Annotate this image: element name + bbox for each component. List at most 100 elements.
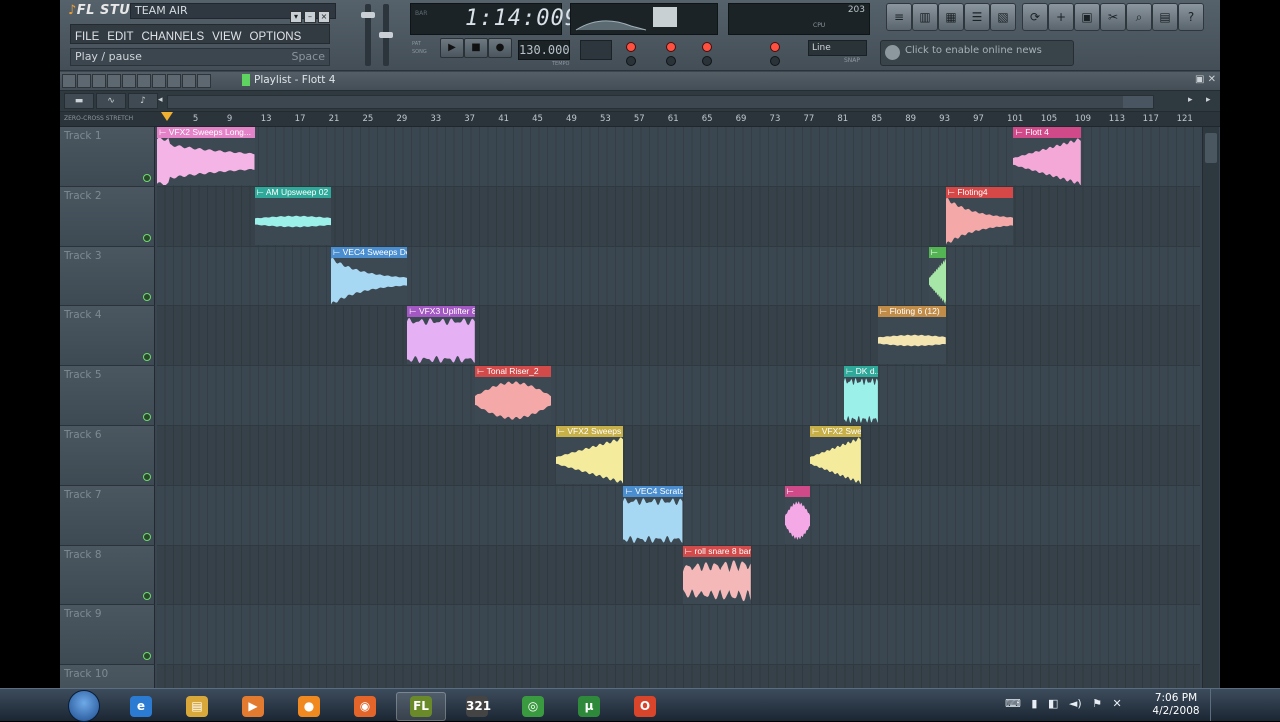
track-mute-led[interactable] xyxy=(143,532,151,541)
clip-body[interactable] xyxy=(555,437,624,484)
audio-clip[interactable]: ⊢ VEC4 Sweeps Do... xyxy=(330,246,408,305)
playhead-marker[interactable] xyxy=(161,112,173,121)
menu-file[interactable]: FILE xyxy=(71,28,103,46)
track-mute-led[interactable] xyxy=(143,472,151,481)
audio-clip[interactable]: ⊢ Tonal Riser_2 xyxy=(475,366,552,425)
metronome-led[interactable] xyxy=(626,42,636,52)
timeline-ruler[interactable]: ZERO-CROSS STRETCH 159131721252933374145… xyxy=(60,112,1220,127)
clip-header[interactable]: ⊢ VFX2 Swe... xyxy=(809,426,861,437)
clip-body[interactable] xyxy=(1013,138,1082,185)
clip-body[interactable] xyxy=(157,138,255,185)
play-pattern-icon[interactable] xyxy=(242,74,250,86)
close-icon[interactable]: × xyxy=(318,11,330,23)
audio-clip[interactable]: ⊢ DK d... xyxy=(843,366,878,425)
start-button[interactable] xyxy=(68,690,100,722)
scroll-right-end-icon[interactable]: ▸ xyxy=(1206,95,1211,105)
clock[interactable]: 7:06 PM 4/2/2008 xyxy=(1148,692,1204,718)
cut-icon[interactable]: ✂ xyxy=(1100,3,1126,31)
clip-body[interactable] xyxy=(682,556,751,604)
audio-clip[interactable]: ⊢ xyxy=(928,246,946,305)
speaker-icon[interactable] xyxy=(197,74,211,88)
clip-body[interactable] xyxy=(254,197,331,245)
stop-button[interactable]: ■ xyxy=(464,38,488,58)
clip-body[interactable] xyxy=(475,377,552,425)
step-led[interactable] xyxy=(666,56,676,66)
clip-header[interactable]: ⊢ VFX2 Sweeps Long... xyxy=(157,127,255,138)
track-header[interactable]: Track 5 xyxy=(60,366,155,426)
search-icon[interactable]: ⌕ xyxy=(1126,3,1152,31)
taskbar-office[interactable]: O xyxy=(620,692,670,721)
track-lane[interactable] xyxy=(157,426,1200,486)
taskbar-fl-studio[interactable]: FL xyxy=(396,692,446,721)
volume-icon[interactable]: ◄) xyxy=(1069,697,1082,710)
add-icon[interactable]: + xyxy=(1048,3,1074,31)
horizontal-scrollbar[interactable] xyxy=(167,95,1154,109)
track-lane[interactable] xyxy=(157,306,1200,367)
pattern-selector[interactable] xyxy=(580,40,612,60)
audio-clip[interactable]: ⊢ xyxy=(784,485,810,544)
network-icon[interactable]: ◧ xyxy=(1048,697,1058,710)
track-mute-led[interactable] xyxy=(143,353,151,362)
track-header[interactable]: Track 7 xyxy=(60,485,155,546)
vertical-scrollbar[interactable] xyxy=(1202,127,1219,688)
warning-icon[interactable]: ✕ xyxy=(1113,697,1122,710)
help-icon[interactable]: ? xyxy=(1178,3,1204,31)
audio-clip[interactable]: ⊢ VFX2 Sweeps Long... xyxy=(157,127,255,185)
mute-tool-icon[interactable] xyxy=(137,74,151,88)
track-lane[interactable] xyxy=(157,605,1200,666)
delete-icon[interactable] xyxy=(122,74,136,88)
track-mute-led[interactable] xyxy=(143,592,151,601)
track-header[interactable]: Track 1 xyxy=(60,127,155,187)
clip-body[interactable] xyxy=(623,496,683,544)
document-icon[interactable]: ▤ xyxy=(1152,3,1178,31)
pencil-icon[interactable] xyxy=(92,74,106,88)
clip-body[interactable] xyxy=(330,257,408,305)
track-header[interactable]: Track 9 xyxy=(60,605,155,666)
play-button[interactable]: ▶ xyxy=(440,38,464,58)
track-lane[interactable] xyxy=(157,366,1200,426)
audio-clip[interactable]: ⊢ VFX3 Uplifter 8 ... xyxy=(407,306,475,365)
channel-rack-icon[interactable]: ▦ xyxy=(938,3,964,31)
slider-knob[interactable] xyxy=(379,32,393,38)
taskbar-firefox[interactable]: ◉ xyxy=(340,692,390,721)
track-header[interactable]: Track 10 xyxy=(60,665,155,688)
menu-view[interactable]: VIEW xyxy=(208,28,245,46)
clip-header[interactable]: ⊢ Floting 6 (12) xyxy=(877,306,946,318)
clip-body[interactable] xyxy=(407,317,475,365)
track-header[interactable]: Track 6 xyxy=(60,426,155,486)
clip-body[interactable] xyxy=(843,377,878,425)
track-lane[interactable] xyxy=(157,545,1200,606)
taskbar-orb[interactable]: ● xyxy=(284,692,334,721)
taskbar-chrome[interactable]: ◎ xyxy=(508,692,558,721)
usb-icon[interactable]: ▮ xyxy=(1031,697,1037,710)
mixer-icon[interactable]: ☰ xyxy=(964,3,990,31)
cycle-icon[interactable]: ⟳ xyxy=(1022,3,1048,31)
taskbar-utorrent[interactable]: µ xyxy=(564,692,614,721)
slider-knob[interactable] xyxy=(361,12,375,18)
online-news-panel[interactable]: Click to enable online news xyxy=(880,40,1074,66)
track-mute-led[interactable] xyxy=(143,173,151,182)
blend-led[interactable] xyxy=(702,56,712,66)
slip-icon[interactable] xyxy=(152,74,166,88)
track-mute-led[interactable] xyxy=(143,652,151,661)
menu-arrow-icon[interactable] xyxy=(62,74,76,88)
track-header[interactable]: Track 4 xyxy=(60,306,155,367)
pat-song-toggle[interactable]: PAT SONG xyxy=(412,40,427,56)
audio-clip[interactable]: ⊢ VFX2 Sweeps L... xyxy=(555,426,624,484)
menu-options[interactable]: OPTIONS xyxy=(246,28,306,46)
audio-clip[interactable]: ⊢ roll snare 8 bar... xyxy=(682,545,751,604)
track-header[interactable]: Track 2 xyxy=(60,186,155,247)
clip-header[interactable]: ⊢ Floting4 xyxy=(945,186,1014,198)
clip-header[interactable]: ⊢ DK d... xyxy=(843,366,878,378)
piano-roll-icon[interactable]: ▥ xyxy=(912,3,938,31)
action-center-icon[interactable]: ⚑ xyxy=(1092,697,1102,710)
master-pitch-slider[interactable] xyxy=(379,4,393,66)
brush-icon[interactable] xyxy=(107,74,121,88)
menu-edit[interactable]: EDIT xyxy=(103,28,137,46)
clip-body[interactable] xyxy=(877,317,946,365)
minimize-icon[interactable]: – xyxy=(304,11,316,23)
loop-led[interactable] xyxy=(702,42,712,52)
audio-clip[interactable]: ⊢ VEC4 Scratc... xyxy=(623,485,683,544)
track-mute-led[interactable] xyxy=(143,293,151,302)
clip-header[interactable]: ⊢ xyxy=(784,485,810,497)
